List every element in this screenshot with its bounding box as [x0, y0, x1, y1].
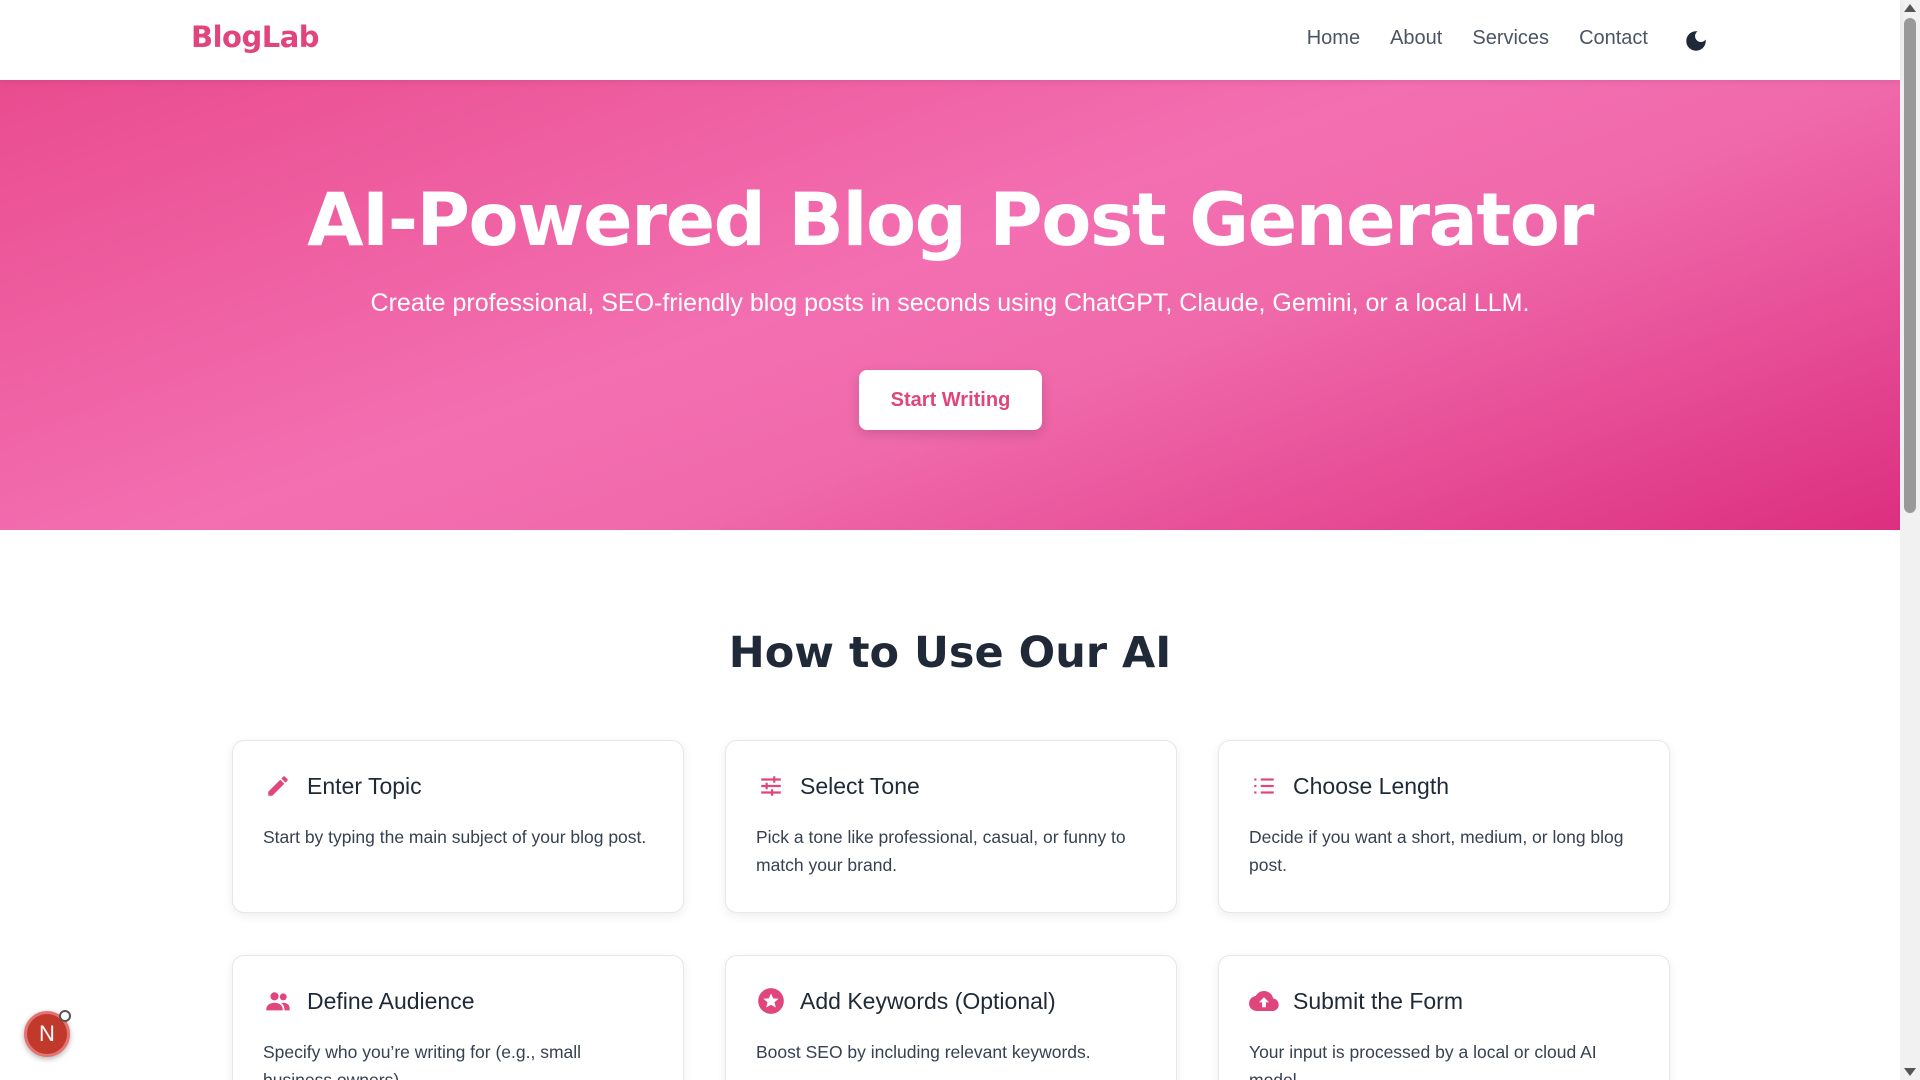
badge-label: N — [39, 1021, 55, 1046]
scroll-down-arrow-icon[interactable] — [1904, 1068, 1916, 1076]
nav-home-link[interactable]: Home — [1307, 27, 1360, 50]
nav-about-link[interactable]: About — [1390, 27, 1442, 50]
nav-contact-link[interactable]: Contact — [1579, 27, 1648, 50]
card-description: Pick a tone like professional, casual, o… — [756, 827, 1126, 875]
step-card-choose-length: Choose Length Decide if you want a short… — [1218, 740, 1670, 913]
card-title: Submit the Form — [1293, 987, 1463, 1014]
people-icon — [263, 986, 293, 1016]
section-title: How to Use Our AI — [728, 628, 1172, 678]
scroll-up-arrow-icon[interactable] — [1904, 4, 1916, 12]
start-writing-button[interactable]: Start Writing — [859, 370, 1042, 430]
card-title: Select Tone — [800, 772, 920, 799]
card-description: Boost SEO by including relevant keywords… — [756, 1042, 1091, 1062]
badge-indicator-dot — [59, 1010, 71, 1022]
hero-section: AI-Powered Blog Post Generator Create pr… — [0, 80, 1900, 530]
card-title: Enter Topic — [307, 772, 422, 799]
floating-n-badge[interactable]: N — [24, 1010, 71, 1057]
step-card-submit-form: Submit the Form Your input is processed … — [1218, 955, 1670, 1080]
star-icon — [756, 986, 786, 1016]
scrollbar-thumb[interactable] — [1904, 18, 1916, 513]
step-card-add-keywords: Add Keywords (Optional) Boost SEO by inc… — [725, 955, 1177, 1080]
site-header: BlogLab Home About Services Contact — [0, 0, 1900, 80]
pencil-icon — [263, 771, 293, 801]
card-title: Define Audience — [307, 987, 475, 1014]
step-card-select-tone: Select Tone Pick a tone like professiona… — [725, 740, 1177, 913]
page-scrollbar[interactable] — [1900, 0, 1920, 1080]
sliders-icon — [756, 771, 786, 801]
hero-title: AI-Powered Blog Post Generator — [307, 178, 1594, 263]
hero-subtitle: Create professional, SEO-friendly blog p… — [370, 289, 1530, 317]
card-description: Your input is processed by a local or cl… — [1249, 1042, 1597, 1080]
cloud-upload-icon — [1249, 986, 1279, 1016]
step-card-enter-topic: Enter Topic Start by typing the main sub… — [232, 740, 684, 913]
card-description: Start by typing the main subject of your… — [263, 827, 647, 847]
site-logo[interactable]: BlogLab — [191, 20, 320, 54]
step-card-define-audience: Define Audience Specify who you’re writi… — [232, 955, 684, 1080]
card-title: Choose Length — [1293, 772, 1450, 799]
card-description: Decide if you want a short, medium, or l… — [1249, 827, 1624, 875]
card-title: Add Keywords (Optional) — [800, 987, 1056, 1014]
nav-services-link[interactable]: Services — [1472, 27, 1549, 50]
card-description: Specify who you’re writing for (e.g., sm… — [263, 1042, 582, 1080]
list-icon — [1249, 771, 1279, 801]
moon-icon[interactable] — [1683, 28, 1709, 54]
main-nav: Home About Services Contact — [1307, 27, 1648, 50]
